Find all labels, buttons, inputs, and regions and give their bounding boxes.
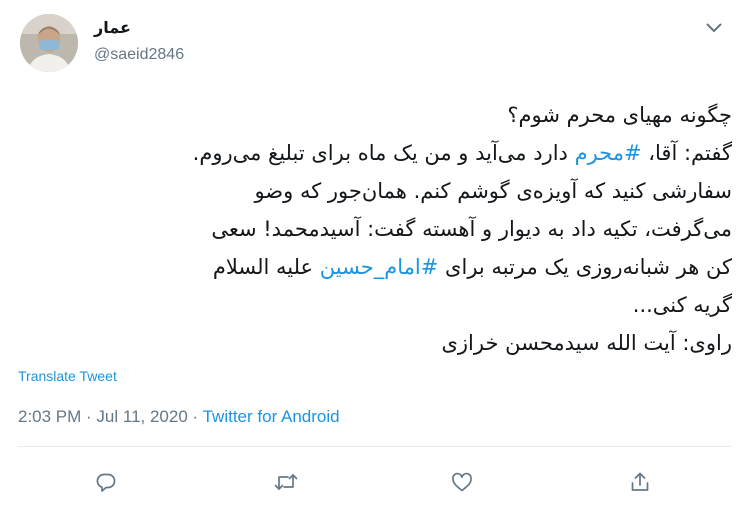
tweet-line: می‌گرفت، تکیه داد به دیوار و آهسته گفت: … [211,217,732,241]
avatar-photo [20,14,78,72]
avatar[interactable] [20,14,78,72]
reply-icon[interactable] [92,468,120,496]
user-info: عمار @saeid2846 [94,18,184,66]
meta-separator: · [187,407,203,426]
divider [18,446,732,447]
tweet-text-segment: دارد می‌آید و من یک ماه برای تبلیغ می‌رو… [192,141,575,165]
tweet-header: عمار @saeid2846 [18,12,732,76]
user-handle[interactable]: @saeid2846 [94,44,184,66]
tweet-line: کن هر شبانه‌روزی یک مرتبه برای #امام_حسی… [18,248,732,286]
tweet-line: سفارشی کنید که آویزه‌ی گوشم کنم. همان‌جو… [254,179,732,203]
share-icon[interactable] [626,468,654,496]
tweet-line: گفتم: آقا، #محرم دارد می‌آید و من یک ماه… [18,134,732,172]
tweet-line: چگونه مهیای محرم شوم؟ [507,103,732,127]
tweet-source-link[interactable]: Twitter for Android [203,407,340,426]
tweet-meta: 2:03 PM · Jul 11, 2020 · Twitter for And… [18,407,340,427]
tweet-text: چگونه مهیای محرم شوم؟ گفتم: آقا، #محرم د… [18,96,732,362]
heart-icon[interactable] [448,468,476,496]
chevron-down-icon[interactable] [702,16,726,40]
retweet-icon[interactable] [272,468,300,496]
tweet-actions [0,462,748,502]
tweet-time[interactable]: 2:03 PM [18,407,81,426]
meta-separator: · [81,407,97,426]
tweet-text-segment: علیه السلام [212,255,320,279]
translate-tweet-link[interactable]: Translate Tweet [18,368,117,384]
hashtag-link[interactable]: #محرم [575,141,642,165]
tweet-line: گریه کنی... [632,293,732,317]
tweet-text-segment: کن هر شبانه‌روزی یک مرتبه برای [438,255,732,279]
hashtag-link[interactable]: #امام_حسین [320,255,439,279]
display-name[interactable]: عمار [94,18,184,38]
tweet-line: راوی: آیت الله سیدمحسن خرازی [441,331,732,355]
tweet-date[interactable]: Jul 11, 2020 [96,407,187,426]
tweet-text-segment: گفتم: آقا، [641,141,732,165]
